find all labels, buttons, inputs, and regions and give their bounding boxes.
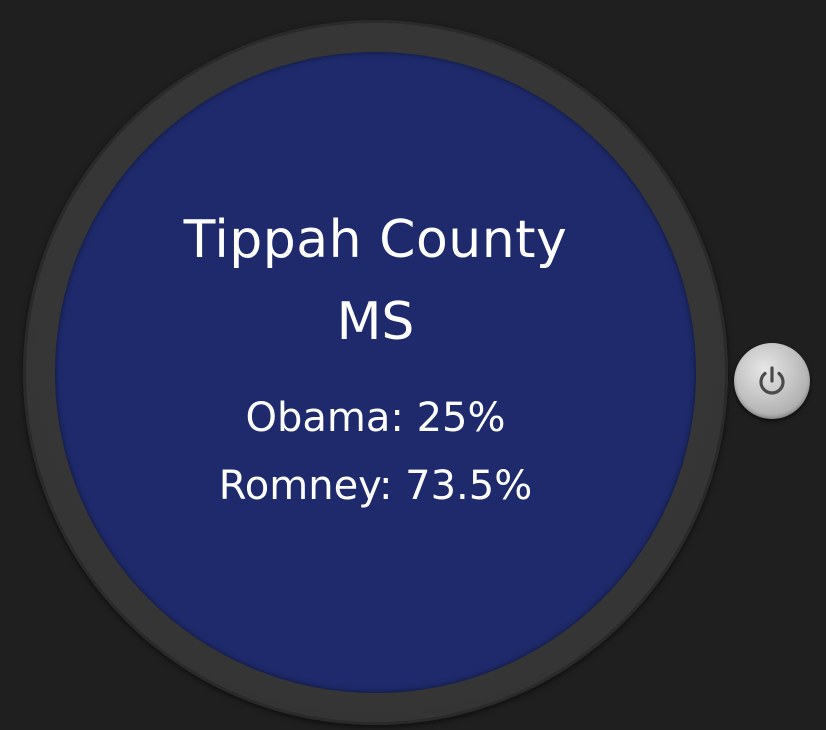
power-button[interactable]	[734, 343, 810, 419]
watch-bezel: Tippah County MS Obama: 25% Romney: 73.5…	[23, 20, 728, 725]
state-abbreviation: MS	[336, 292, 415, 352]
romney-result: Romney: 73.5%	[218, 463, 533, 509]
emulator-stage: Tippah County MS Obama: 25% Romney: 73.5…	[0, 0, 826, 730]
obama-result: Obama: 25%	[245, 395, 506, 441]
watch-screen[interactable]: Tippah County MS Obama: 25% Romney: 73.5…	[55, 52, 696, 693]
county-name: Tippah County	[183, 210, 568, 270]
power-icon	[759, 366, 785, 395]
